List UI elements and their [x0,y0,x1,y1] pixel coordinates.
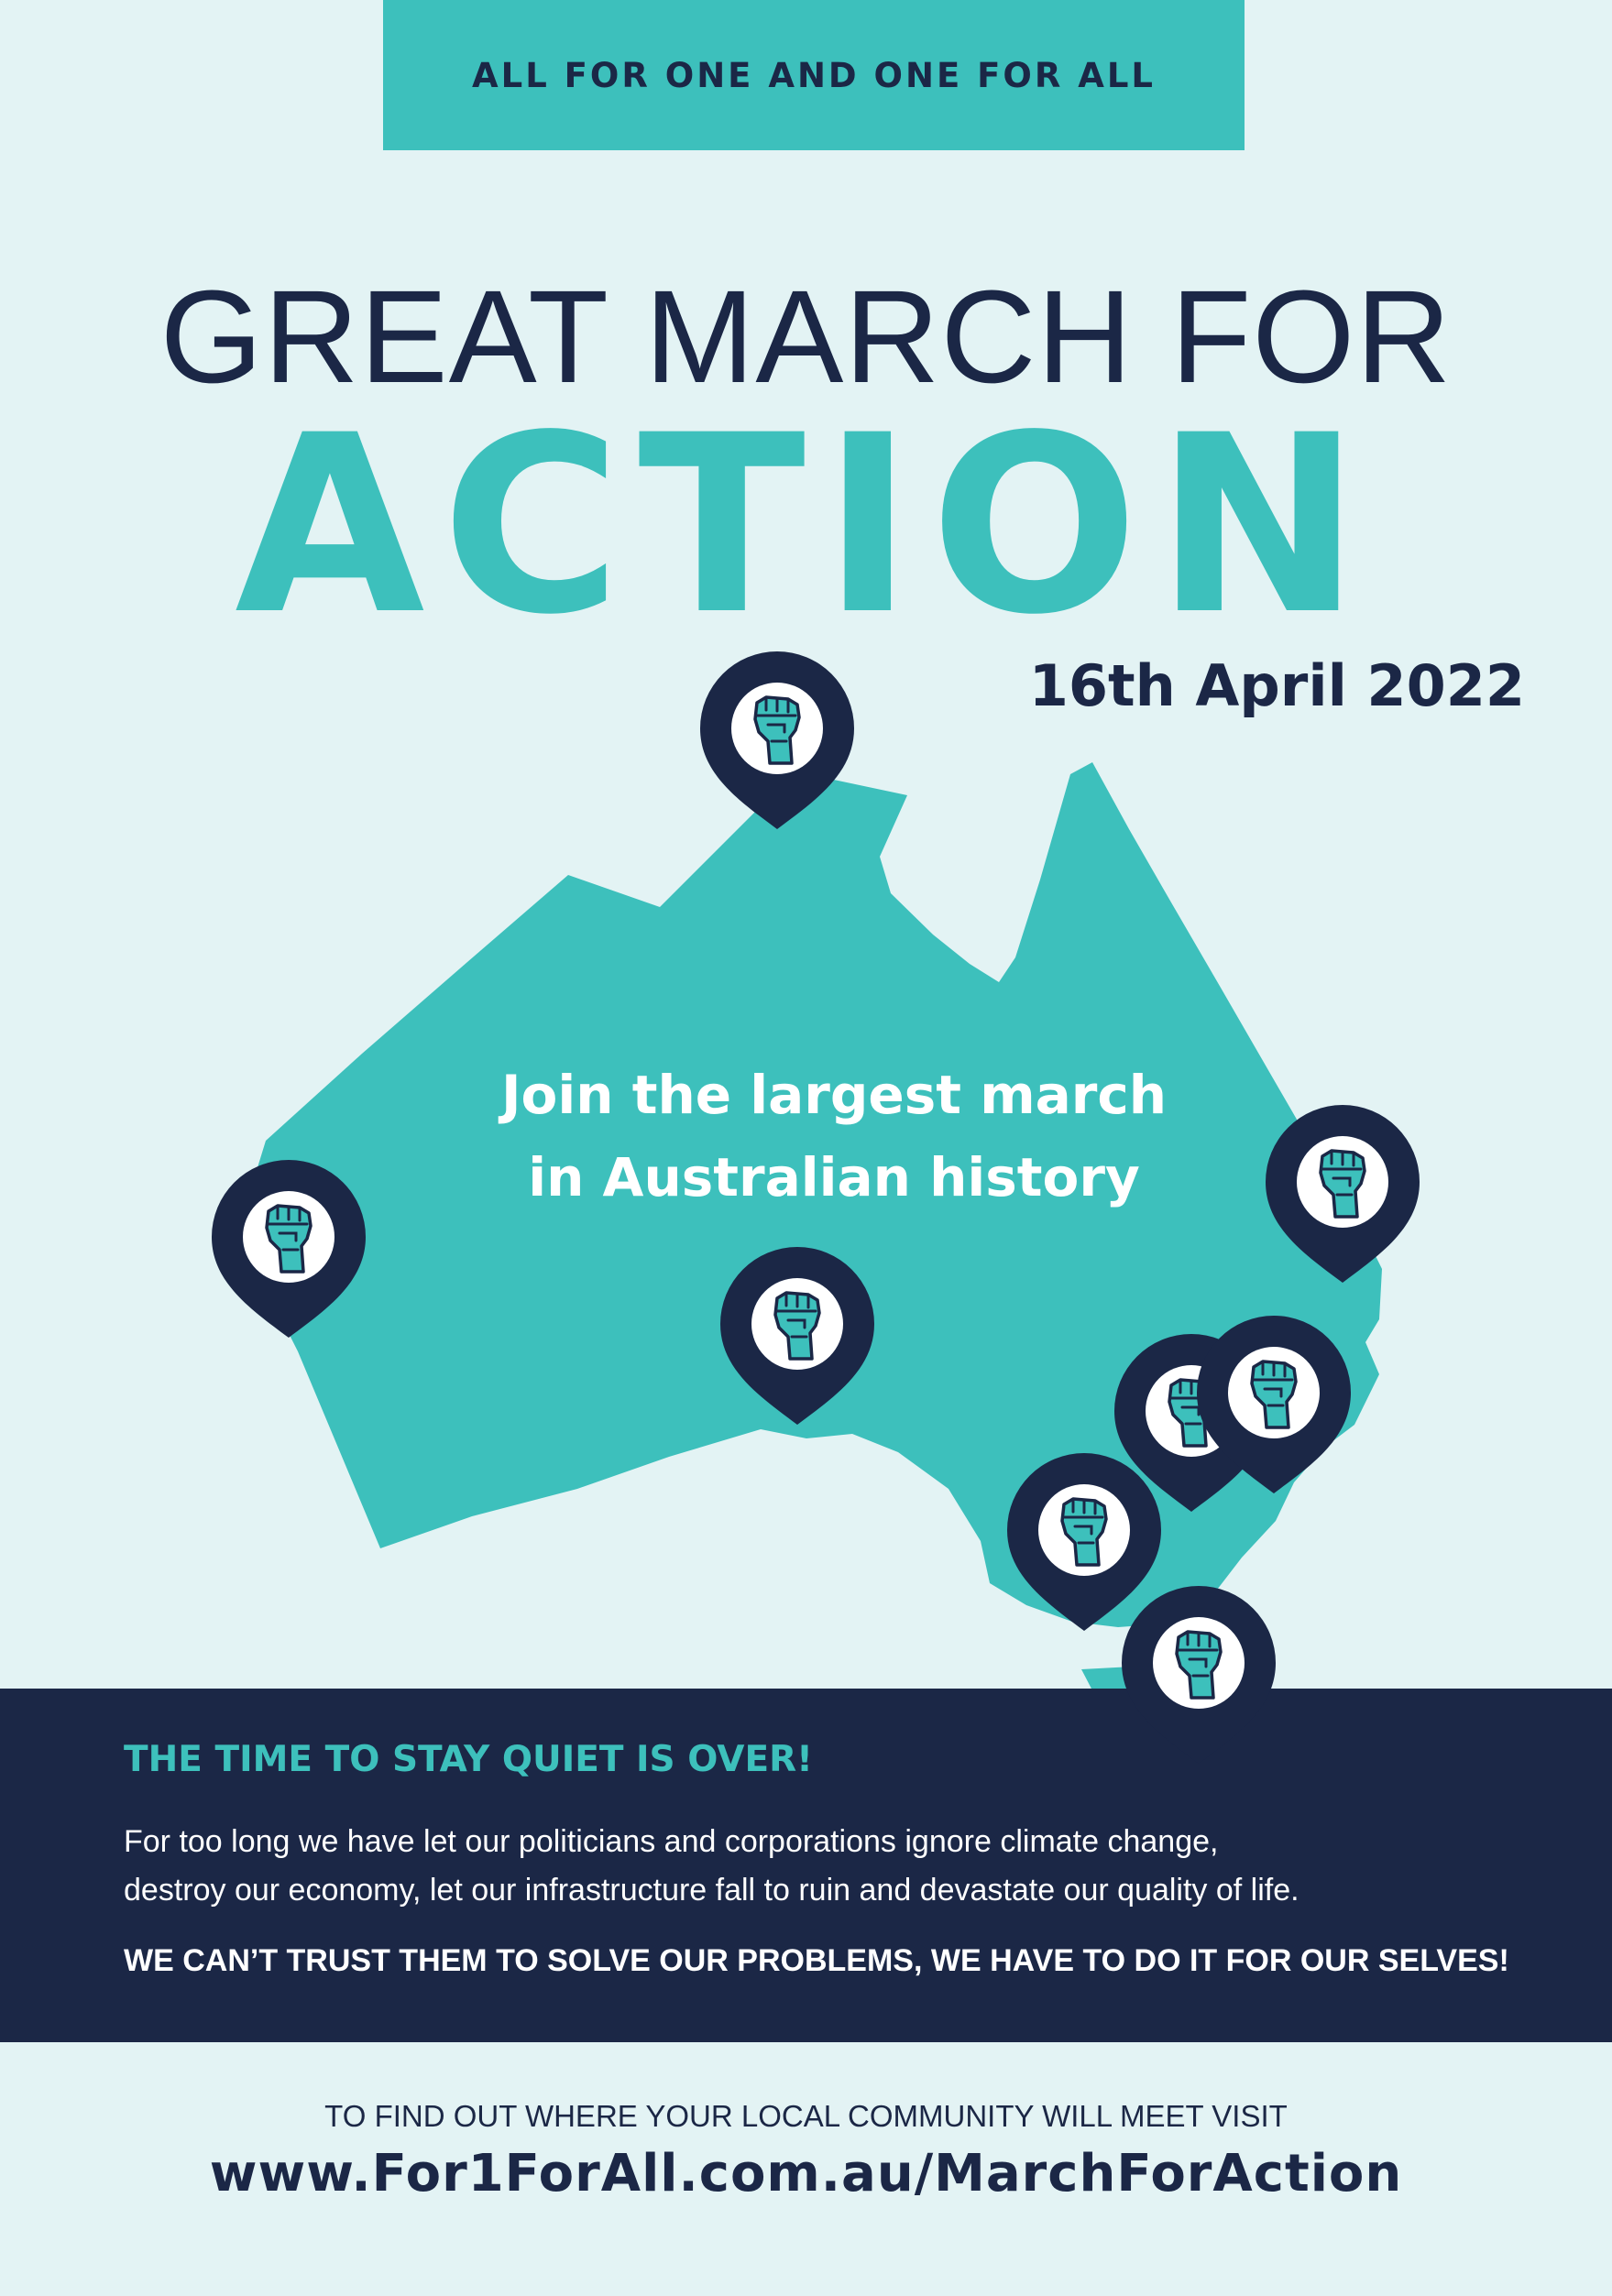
pin-marker-alice-springs [720,1247,874,1425]
pin-marker-darwin [700,651,854,829]
location-pins [0,0,1612,2296]
footer-instruction: TO FIND OUT WHERE YOUR LOCAL COMMUNITY W… [324,2099,1288,2133]
footer-url-link[interactable]: www.For1ForAll.com.au/MarchForAction [0,2144,1612,2203]
pin-marker-adelaide [1007,1453,1161,1631]
pin-marker-brisbane [1266,1105,1420,1283]
pin-marker-perth [212,1160,366,1338]
pin-marker-hobart [1122,1586,1276,1764]
